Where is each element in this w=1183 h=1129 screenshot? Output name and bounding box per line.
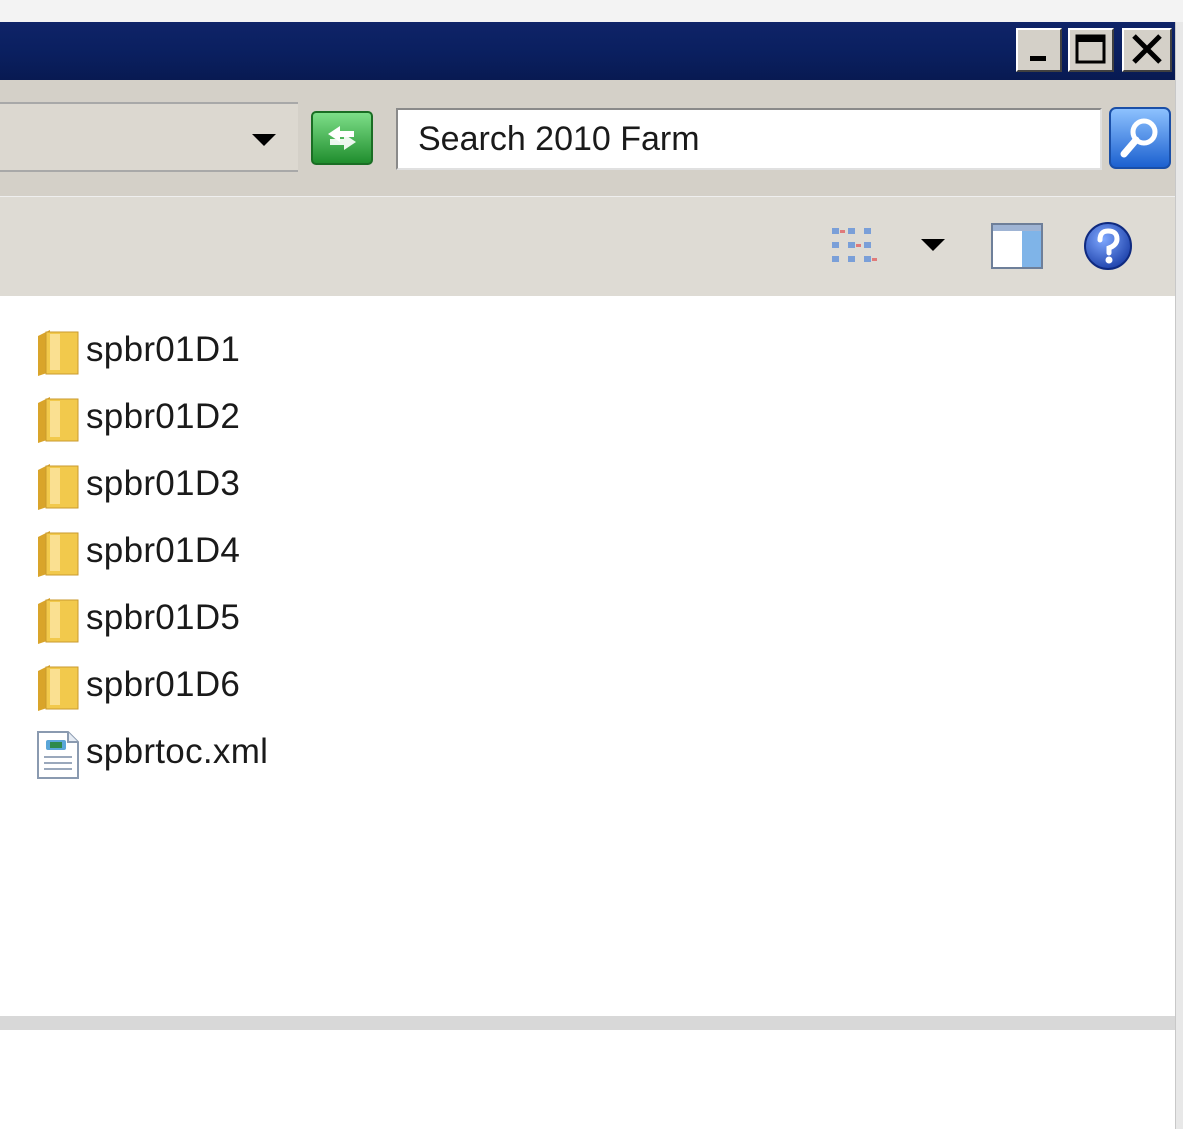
- help-button[interactable]: [1080, 218, 1136, 274]
- search-input[interactable]: Search 2010 Farm: [396, 108, 1102, 170]
- maximize-button[interactable]: [1068, 28, 1114, 72]
- chevron-down-icon: [252, 134, 276, 146]
- list-item[interactable]: spbr01D5: [34, 588, 434, 648]
- folder-icon: [38, 531, 79, 577]
- close-button[interactable]: [1122, 28, 1172, 72]
- chevron-down-icon: [921, 239, 945, 251]
- views-icon: [832, 228, 877, 262]
- views-button[interactable]: [826, 222, 882, 268]
- search-button[interactable]: [1108, 106, 1172, 170]
- window-top-edge: [0, 0, 1183, 23]
- file-name: spbr01D3: [86, 464, 241, 503]
- go-button[interactable]: [308, 108, 376, 168]
- pane-divider[interactable]: [0, 1016, 1175, 1030]
- window-right-border: [1175, 22, 1183, 1129]
- preview-pane-icon: [991, 223, 1043, 269]
- list-item[interactable]: spbr01D1: [34, 320, 434, 380]
- file-name: spbr01D4: [86, 531, 241, 570]
- refresh-arrows-icon: [311, 111, 373, 165]
- close-icon: [1132, 34, 1162, 64]
- file-name: spbrtoc.xml: [86, 732, 269, 771]
- folder-icon: [38, 330, 79, 376]
- file-name: spbr01D6: [86, 665, 241, 704]
- file-name: spbr01D5: [86, 598, 241, 637]
- list-item[interactable]: spbr01D4: [34, 521, 434, 581]
- folder-icon: [38, 598, 79, 644]
- minimize-button[interactable]: [1016, 28, 1062, 72]
- xml-file-icon: [37, 731, 79, 779]
- folder-icon: [38, 665, 79, 711]
- views-dropdown-button[interactable]: [912, 230, 954, 260]
- folder-icon: [38, 397, 79, 443]
- maximize-icon: [1075, 34, 1106, 64]
- folder-icon: [38, 464, 79, 510]
- list-item[interactable]: spbr01D6: [34, 655, 434, 715]
- details-pane: [0, 1030, 1175, 1129]
- search-icon: [1109, 107, 1171, 169]
- list-item[interactable]: spbr01D2: [34, 387, 434, 447]
- address-dropdown-button[interactable]: [242, 120, 286, 160]
- list-item[interactable]: spbr01D3: [34, 454, 434, 514]
- title-bar[interactable]: [0, 22, 1175, 80]
- minimize-icon: [1030, 56, 1046, 61]
- file-name: spbr01D1: [86, 330, 241, 369]
- file-name: spbr01D2: [86, 397, 241, 436]
- preview-pane-button[interactable]: [988, 220, 1046, 272]
- list-item[interactable]: spbrtoc.xml: [34, 722, 434, 782]
- help-icon: [1084, 222, 1132, 270]
